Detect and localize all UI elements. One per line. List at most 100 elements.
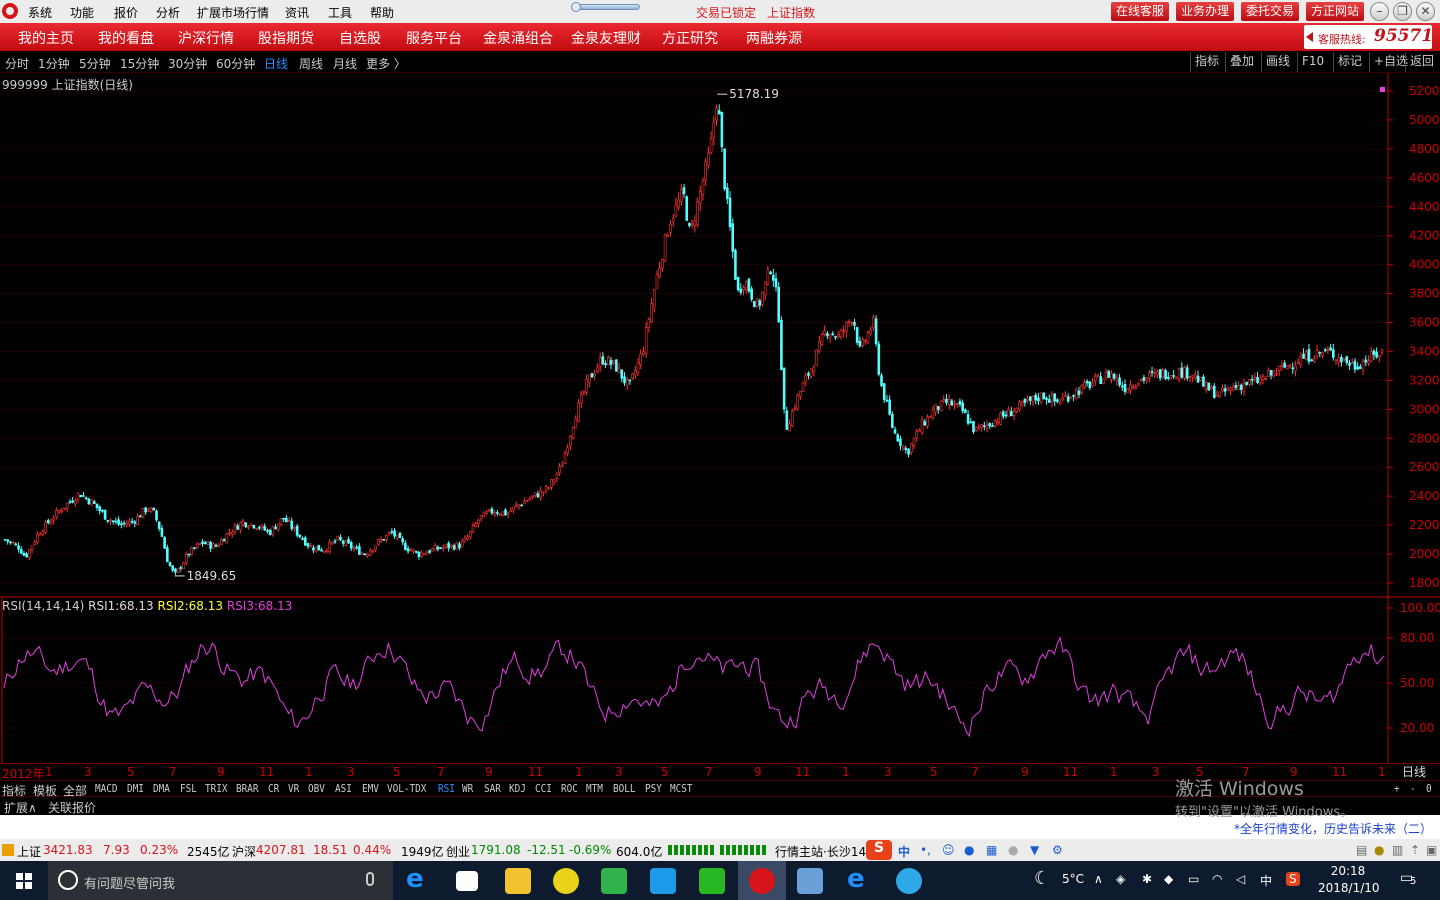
indicator-tab-cr[interactable]: CR [268, 782, 279, 795]
period-60min[interactable]: 60分钟 [216, 55, 255, 72]
transparency-slider[interactable] [571, 2, 640, 12]
nav-home[interactable]: 我的主页 [18, 28, 74, 48]
weather-moon-icon[interactable]: ☾ [1034, 868, 1050, 889]
indicator-tab-kdj[interactable]: KDJ [509, 782, 526, 795]
indicator-tab-obv[interactable]: OBV [308, 782, 325, 795]
status-tool-icon[interactable]: ▤ [1356, 843, 1367, 857]
globe-app-icon[interactable] [896, 868, 922, 894]
period-weekly[interactable]: 周线 [299, 55, 323, 72]
ime-voice-icon[interactable]: ● [964, 843, 974, 857]
expand-tab[interactable]: 扩展∧ [4, 799, 37, 816]
menu-quote[interactable]: 报价 [114, 4, 138, 21]
indicator-tab-vol-tdx[interactable]: VOL-TDX [387, 782, 426, 795]
status-chat-icon[interactable]: ● [1374, 843, 1384, 857]
display-icon[interactable]: ▭ [1188, 872, 1199, 886]
indicator-tab-macd[interactable]: MACD [95, 782, 118, 795]
founder-app-icon[interactable] [749, 868, 775, 894]
ime-tools-icon[interactable]: ⚙ [1052, 843, 1063, 857]
indicator-tab-vr[interactable]: VR [288, 782, 299, 795]
status-tool-icon-2[interactable]: ▥ [1392, 843, 1403, 857]
close-icon[interactable]: ✕ [1416, 2, 1435, 21]
video-player-icon[interactable] [650, 868, 676, 894]
nav-wealth[interactable]: 金泉友理财 [571, 28, 641, 48]
indicator-tab-roc[interactable]: ROC [561, 782, 578, 795]
remove-indicator-icon[interactable]: - [1410, 782, 1416, 795]
wifi-icon[interactable]: ◠ [1212, 872, 1222, 886]
indicator-tab-asi[interactable]: ASI [335, 782, 352, 795]
trade-lock-status[interactable]: 交易已锁定 [696, 4, 756, 21]
nav-service[interactable]: 服务平台 [406, 28, 462, 48]
ime-emoji-icon[interactable]: ☺ [942, 843, 955, 857]
nav-watchlist[interactable]: 自选股 [339, 28, 381, 48]
ie-browser-icon[interactable]: e [847, 864, 873, 894]
overlay-button[interactable]: 叠加 [1225, 52, 1258, 72]
sogou-tray-icon[interactable]: S [1286, 872, 1300, 886]
indicator-tab-trix[interactable]: TRIX [205, 782, 228, 795]
nav-my-board[interactable]: 我的看盘 [98, 28, 154, 48]
ime-keyboard-icon[interactable]: ▦ [986, 843, 997, 857]
shield-icon[interactable]: ◈ [1116, 872, 1125, 886]
status-tool-icon-4[interactable]: ▣ [1426, 843, 1437, 857]
indicator-tab-psy[interactable]: PSY [645, 782, 662, 795]
ime-mode[interactable]: 中 [898, 843, 910, 860]
nav-margin[interactable]: 两融券源 [746, 28, 802, 48]
indicator-tab-sar[interactable]: SAR [484, 782, 501, 795]
windows-start-icon[interactable] [16, 873, 32, 889]
period-30min[interactable]: 30分钟 [168, 55, 207, 72]
ime-punct-icon[interactable]: •, [920, 843, 931, 857]
microphone-icon[interactable] [366, 872, 374, 886]
f10-button[interactable]: F10 [1297, 52, 1328, 72]
ime-skin-icon[interactable]: ▼ [1030, 843, 1039, 857]
indicator-tab-fsl[interactable]: FSL [180, 782, 197, 795]
bluetooth-icon[interactable]: ✱ [1142, 872, 1152, 886]
add-indicator-icon[interactable]: + [1394, 782, 1400, 795]
app-icon-green[interactable] [601, 868, 627, 894]
news-ticker[interactable]: *全年行情变化，历史告诉未来（二） [1234, 820, 1432, 837]
ime-user-icon[interactable]: ● [1008, 843, 1018, 857]
sh-name[interactable]: 上证 [17, 843, 41, 860]
related-quote-tab[interactable]: 关联报价 [48, 799, 96, 816]
indicator-tab-brar[interactable]: BRAR [236, 782, 259, 795]
menu-news[interactable]: 资讯 [285, 4, 309, 21]
system-clock[interactable]: 20:18 2018/1/10 [1318, 863, 1380, 897]
indicator-tab-mcst[interactable]: MCST [670, 782, 693, 795]
period-more[interactable]: 更多 〉 [366, 55, 406, 72]
menu-tools[interactable]: 工具 [328, 4, 352, 21]
menu-extended-market[interactable]: 扩展市场行情 [197, 4, 269, 21]
slider-knob[interactable] [571, 2, 581, 12]
indicator-tab-cci[interactable]: CCI [535, 782, 552, 795]
rsi-chart[interactable]: 20.00 50.00 80.00 100.00 [0, 598, 1440, 763]
indicator-tab-emv[interactable]: EMV [362, 782, 379, 795]
indicator-count-icon[interactable]: 0 [1426, 782, 1432, 795]
temperature[interactable]: 5°C [1062, 872, 1084, 886]
indicator-tab-wr[interactable]: WR [462, 782, 473, 795]
ime-indicator[interactable]: 中 [1260, 872, 1272, 889]
restore-icon[interactable]: ❐ [1393, 2, 1412, 21]
menu-function[interactable]: 功能 [70, 4, 94, 21]
period-intraday[interactable]: 分时 [5, 55, 29, 72]
cy-name[interactable]: 创业 [446, 843, 470, 860]
business-button[interactable]: 业务办理 [1176, 2, 1235, 21]
menu-help[interactable]: 帮助 [370, 4, 394, 21]
nav-research[interactable]: 方正研究 [662, 28, 718, 48]
indicator-tab-dmi[interactable]: DMI [127, 782, 144, 795]
app-icon-yellow[interactable] [553, 868, 579, 894]
tray-expand-icon[interactable]: ∧ [1094, 872, 1103, 886]
server-status[interactable]: 行情主站·长沙14 [775, 843, 866, 860]
indicator-button[interactable]: 指标 [1190, 52, 1223, 72]
nav-portfolio[interactable]: 金泉涌组合 [483, 28, 553, 48]
indicator-tab-rsi[interactable]: RSI [438, 782, 455, 795]
period-1min[interactable]: 1分钟 [38, 55, 70, 72]
minimize-icon[interactable]: – [1370, 2, 1389, 21]
trade-order-button[interactable]: 委托交易 [1241, 2, 1300, 21]
cortana-search-box[interactable]: 有问题尽管问我 [48, 861, 393, 900]
hs-name[interactable]: 沪深 [232, 843, 256, 860]
website-button[interactable]: 方正网站 [1306, 2, 1365, 21]
period-15min[interactable]: 15分钟 [120, 55, 159, 72]
edge-browser-icon[interactable]: e [406, 864, 432, 894]
sogou-ime-icon[interactable]: S [866, 840, 892, 860]
nav-index-futures[interactable]: 股指期货 [258, 28, 314, 48]
indicator-tab-boll[interactable]: BOLL [613, 782, 636, 795]
tray-app-icon[interactable]: ◆ [1164, 872, 1173, 886]
file-explorer-icon[interactable] [505, 868, 531, 894]
